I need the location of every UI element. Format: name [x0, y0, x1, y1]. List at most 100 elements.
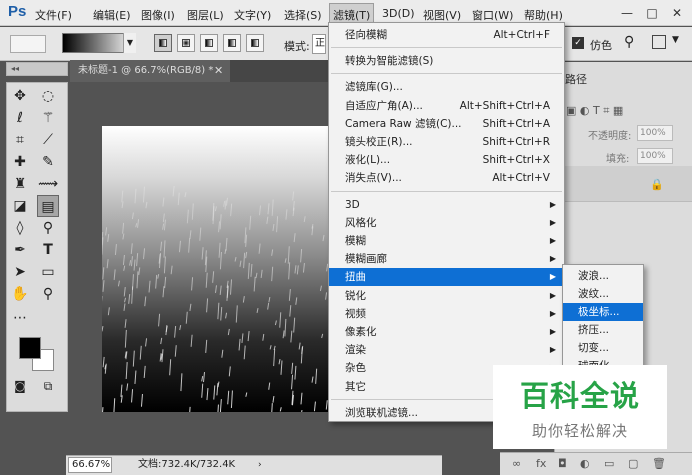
menu-file[interactable]: 文件(F) [35, 7, 72, 23]
submenu-arrow-icon: ▶ [549, 290, 556, 300]
dither-checkbox[interactable]: ✓ [572, 37, 584, 49]
close-icon[interactable]: ✕ [214, 60, 223, 82]
healing-brush-icon[interactable]: ✚ [9, 151, 31, 173]
reflected-gradient-button[interactable] [223, 34, 241, 52]
blur-icon[interactable]: ◊ [9, 217, 31, 239]
eyedropper-icon[interactable]: ⟋ [37, 129, 59, 151]
crop-icon[interactable]: ⌗ [9, 129, 31, 151]
menu-edit[interactable]: 编辑(E) [93, 7, 131, 23]
distort-submenu-item[interactable]: 极坐标... [563, 303, 643, 321]
menu-image[interactable]: 图像(I) [141, 7, 175, 23]
menu-view[interactable]: 视图(V) [423, 7, 461, 23]
document-canvas[interactable] [102, 126, 356, 412]
document-tab[interactable]: 未标题-1 @ 66.7%(RGB/8) * [70, 60, 230, 82]
pen-icon[interactable]: ✒ [9, 239, 31, 261]
menu-filter[interactable]: 滤镜(T) [329, 3, 375, 23]
maximize-button[interactable]: □ [645, 6, 659, 20]
tab-paths[interactable]: 路径 [565, 70, 605, 90]
fill-label: 填充: [606, 154, 630, 165]
menu-item-label: 模糊 [345, 235, 366, 247]
brush-icon[interactable]: ✎ [37, 151, 59, 173]
chevron-down-icon[interactable]: ▼ [672, 35, 679, 45]
menu-item-label: 转换为智能滤镜(S) [345, 55, 434, 68]
filter-menu-item[interactable]: Camera Raw 滤镜(C)... Shift+Ctrl+A [329, 115, 564, 133]
foreground-color-swatch[interactable] [19, 337, 41, 359]
path-select-icon[interactable]: ➤ [9, 261, 31, 283]
filter-menu-item[interactable]: 径向模糊 Alt+Ctrl+F [329, 26, 564, 44]
menu-3d[interactable]: 3D(D) [382, 7, 415, 20]
filter-menu-item[interactable]: 液化(L)... Shift+Ctrl+X [329, 151, 564, 169]
hand-icon[interactable]: ✋ [9, 283, 31, 305]
filter-menu-item[interactable]: 渲染 ▶ [329, 341, 564, 359]
toolbox-header[interactable]: ◂◂ [6, 62, 68, 76]
adjustment-icon[interactable]: ◐ [580, 457, 590, 470]
zoom-level-field[interactable]: 66.67% [68, 457, 112, 473]
filter-menu-item[interactable]: 模糊 ▶ [329, 232, 564, 250]
opacity-field[interactable]: 100% [637, 125, 673, 141]
angle-gradient-button[interactable] [200, 34, 218, 52]
menu-item-label: 镜头校正(R)... [345, 136, 413, 148]
more-tools-icon[interactable]: ⋯ [9, 307, 31, 329]
distort-submenu-item[interactable]: 挤压... [563, 321, 643, 339]
link-icon[interactable]: ∞ [512, 457, 521, 470]
filter-menu-item[interactable]: 像素化 ▶ [329, 323, 564, 341]
filter-menu-item[interactable]: 滤镜库(G)... [329, 78, 564, 96]
opacity-label: 不透明度: [588, 131, 632, 142]
linear-gradient-button[interactable] [154, 34, 172, 52]
eraser-icon[interactable]: ◪ [9, 195, 31, 217]
dither-label: 仿色 [590, 39, 612, 52]
menu-item-label: 3D [345, 198, 360, 211]
new-layer-icon[interactable]: ▢ [628, 457, 638, 470]
filter-menu-item[interactable]: 模糊画廊 ▶ [329, 250, 564, 268]
search-icon[interactable]: ⚲ [624, 34, 634, 50]
filter-menu-item[interactable]: 3D ▶ [329, 196, 564, 214]
layer-row[interactable] [554, 166, 692, 202]
mask-icon[interactable]: ◘ [558, 457, 567, 470]
tool-preset-picker[interactable] [10, 35, 46, 53]
filter-menu-item[interactable]: 风格化 ▶ [329, 214, 564, 232]
gradient-icon[interactable]: ▤ [37, 195, 59, 217]
filter-menu-item[interactable]: 镜头校正(R)... Shift+Ctrl+R [329, 133, 564, 151]
chevron-down-icon[interactable]: ▼ [123, 33, 136, 53]
minimize-button[interactable]: — [620, 6, 634, 20]
fill-field[interactable]: 100% [637, 148, 673, 164]
diamond-gradient-button[interactable] [246, 34, 264, 52]
fx-icon[interactable]: fx [536, 457, 546, 470]
chevron-right-icon[interactable]: › [258, 456, 262, 474]
close-button[interactable]: ✕ [670, 6, 684, 20]
menu-window[interactable]: 窗口(W) [472, 7, 513, 23]
history-brush-icon[interactable]: ⟿ [37, 173, 59, 195]
filter-menu-item[interactable]: 转换为智能滤镜(S) [329, 52, 564, 70]
zoom-icon[interactable]: ⚲ [37, 283, 59, 305]
menu-item-label: 像素化 [345, 326, 377, 338]
radial-gradient-button[interactable] [177, 34, 195, 52]
marquee-icon[interactable]: ◌ [37, 85, 59, 107]
magic-wand-icon[interactable]: ⚚ [37, 107, 59, 129]
workspace-icon[interactable] [652, 35, 666, 49]
quick-mask-icon[interactable]: ◙ [9, 375, 31, 397]
filter-menu-item[interactable]: 消失点(V)... Alt+Ctrl+V [329, 169, 564, 187]
watermark-title: 百科全说 [519, 379, 640, 413]
layer-filter-icons[interactable]: ▣ ◐ T ⌗ ▦ [566, 104, 623, 118]
type-icon[interactable]: T [37, 239, 59, 261]
mode-select[interactable]: 正 [312, 34, 326, 54]
menu-help[interactable]: 帮助(H) [524, 7, 563, 23]
menu-type[interactable]: 文字(Y) [234, 7, 271, 23]
menu-layer[interactable]: 图层(L) [187, 7, 224, 23]
screen-mode-icon[interactable]: ⧉ [37, 375, 59, 397]
rectangle-icon[interactable]: ▭ [37, 261, 59, 283]
distort-submenu-item[interactable]: 切变... [563, 339, 643, 357]
distort-submenu-item[interactable]: 波纹... [563, 285, 643, 303]
trash-icon[interactable]: 🗑 [652, 457, 666, 470]
filter-menu-item[interactable]: 自适应广角(A)... Alt+Shift+Ctrl+A [329, 97, 564, 115]
lasso-icon[interactable]: ℓ [9, 107, 31, 129]
distort-submenu-item[interactable]: 波浪... [563, 267, 643, 285]
dodge-icon[interactable]: ⚲ [37, 217, 59, 239]
folder-icon[interactable]: ▭ [604, 457, 614, 470]
menu-select[interactable]: 选择(S) [284, 7, 322, 23]
filter-menu-item[interactable]: 扭曲 ▶ [329, 268, 564, 287]
clone-stamp-icon[interactable]: ♜ [9, 173, 31, 195]
filter-menu-item[interactable]: 视频 ▶ [329, 305, 564, 323]
filter-menu-item[interactable]: 锐化 ▶ [329, 287, 564, 305]
move-icon[interactable]: ✥ [9, 85, 31, 107]
